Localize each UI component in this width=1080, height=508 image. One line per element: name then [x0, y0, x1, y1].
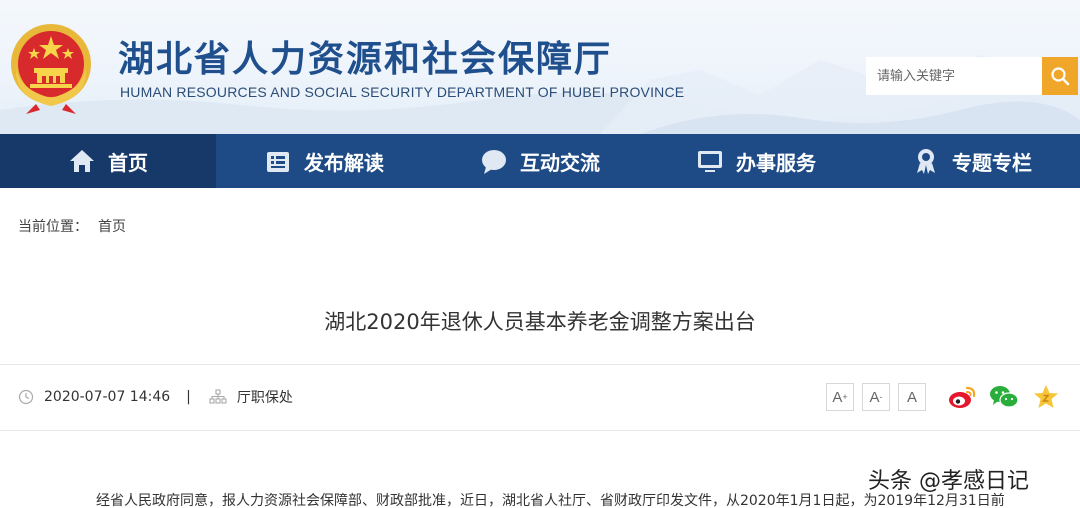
nav-item-label: 首页 — [108, 150, 148, 175]
share-tools — [946, 382, 1062, 412]
breadcrumb-label: 当前位置： — [18, 219, 88, 235]
chat-bubble-icon — [482, 150, 506, 174]
nav-item-label: 发布解读 — [304, 150, 384, 175]
font-button-label: A — [832, 388, 843, 406]
font-reset-button[interactable]: A — [898, 383, 926, 411]
nav-item-special-topics[interactable]: 专题专栏 — [864, 134, 1080, 188]
document-icon — [267, 152, 289, 172]
font-button-modifier: - — [879, 392, 883, 402]
font-size-tools: A + A- A — [826, 383, 926, 411]
sitemap-icon — [209, 389, 227, 404]
article-source: 厅职保处 — [236, 390, 293, 406]
site-header: 湖北省人力资源和社会保障厅 HUMAN RESOURCES AND SOCIAL… — [0, 0, 1080, 134]
nav-item-publish-interpret[interactable]: 发布解读 — [216, 134, 432, 188]
article-meta: 2020-07-07 14:46 | 厅职保处 — [18, 387, 293, 407]
clock-icon — [18, 389, 34, 405]
divider — [0, 364, 1080, 365]
weibo-icon — [949, 386, 976, 408]
share-wechat-button[interactable] — [988, 382, 1020, 412]
main-nav: 首页 发布解读 互动交流 办事服务 专题专栏 — [0, 134, 1080, 188]
publish-datetime: 2020-07-07 14:46 — [44, 389, 171, 405]
nav-item-services[interactable]: 办事服务 — [648, 134, 864, 188]
wechat-icon — [990, 386, 1019, 408]
meta-separator: | — [186, 389, 191, 405]
font-button-modifier: + — [842, 392, 848, 402]
favorite-star-icon — [1034, 385, 1058, 408]
site-title: 湖北省人力资源和社会保障厅 — [118, 38, 613, 80]
search-box — [866, 57, 1078, 95]
platform-watermark: 头条 @孝感日记 — [868, 469, 1029, 494]
search-icon — [1051, 67, 1070, 86]
search-button[interactable] — [1042, 57, 1078, 95]
national-emblem-logo — [11, 24, 91, 114]
monitor-icon — [698, 151, 722, 172]
font-button-label: A — [906, 388, 917, 406]
article-title: 湖北2020年退休人员基本养老金调整方案出台 — [324, 310, 756, 334]
medal-icon — [917, 149, 935, 174]
search-input[interactable] — [866, 57, 1042, 95]
nav-item-home[interactable]: 首页 — [0, 134, 216, 188]
nav-item-label: 专题专栏 — [952, 150, 1032, 175]
breadcrumb-home-link[interactable]: 首页 — [98, 216, 126, 236]
font-decrease-button[interactable]: A- — [862, 383, 890, 411]
nav-item-interaction[interactable]: 互动交流 — [432, 134, 648, 188]
nav-item-label: 办事服务 — [736, 150, 816, 175]
breadcrumb: 当前位置： 首页 — [18, 216, 126, 236]
home-icon — [70, 150, 94, 172]
font-button-label: A — [869, 388, 880, 406]
nav-item-label: 互动交流 — [520, 150, 600, 175]
site-subtitle: HUMAN RESOURCES AND SOCIAL SECURITY DEPA… — [120, 84, 685, 100]
font-increase-button[interactable]: A + — [826, 383, 854, 411]
divider — [0, 430, 1080, 431]
favorite-button[interactable] — [1030, 382, 1062, 412]
share-weibo-button[interactable] — [946, 382, 978, 412]
